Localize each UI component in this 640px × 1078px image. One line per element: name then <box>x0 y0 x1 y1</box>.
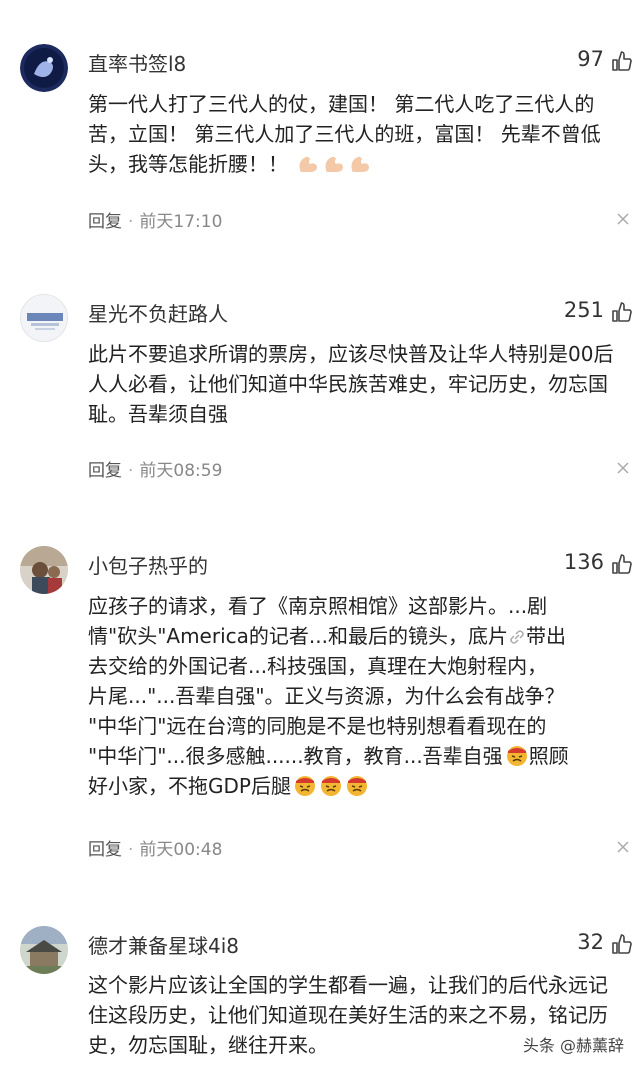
watermark: 头条 @赫薰辞 <box>522 1036 624 1055</box>
username[interactable]: 德才兼备星球4i8 <box>88 930 239 959</box>
like-count: 136 <box>563 550 604 574</box>
text-line: 好小家，不拖GDP后腿 <box>88 771 628 801</box>
username[interactable]: 星光不负赶路人 <box>88 298 228 327</box>
text-line: 情"砍头"America的记者...和最后的镜头，底片 带出 <box>88 624 566 648</box>
close-icon[interactable] <box>616 840 630 854</box>
comment-text: 第一代人打了三代人的仗，建国！ 第二代人吃了三代人的苦，立国！ 第三代人加了三代… <box>88 92 601 176</box>
comment-meta: 回复 · 前天08:59 <box>88 461 223 481</box>
like-count: 97 <box>577 47 604 71</box>
username[interactable]: 直率书签l8 <box>88 48 186 77</box>
thumbs-up-icon[interactable] <box>610 49 634 73</box>
avatar[interactable] <box>20 926 68 974</box>
text-line: 应孩子的请求，看了《南京照相馆》这部影片。...剧 <box>88 594 548 618</box>
text-line: "中华门"远在台湾的同胞是不是也特别想看看现在的 <box>88 714 547 738</box>
angry-face-icon <box>503 744 529 768</box>
comment-meta: 回复 · 前天17:10 <box>88 212 223 232</box>
timestamp: 前天17:10 <box>139 212 223 232</box>
thumbs-up-icon[interactable] <box>610 552 634 576</box>
like-count: 32 <box>577 930 604 954</box>
reply-button[interactable]: 回复 <box>88 840 122 860</box>
avatar[interactable] <box>20 294 68 342</box>
avatar[interactable] <box>20 44 68 92</box>
avatar[interactable] <box>20 546 68 594</box>
text-line: 片尾..."...吾辈自强"。正义与资源，为什么会有战争？ <box>88 684 565 708</box>
timestamp: 前天00:48 <box>139 840 223 860</box>
text-line: 去交给的外国记者...科技强国，真理在大炮射程内， <box>88 654 548 678</box>
username[interactable]: 小包子热乎的 <box>88 550 208 579</box>
thumbs-up-icon[interactable] <box>610 932 634 956</box>
comment-text: 此片不要追求所谓的票房，应该尽快普及让华人特别是00后人人必看，让他们知道中华民… <box>88 342 614 426</box>
comment-meta: 回复 · 前天00:48 <box>88 840 223 860</box>
link-icon <box>508 624 526 648</box>
close-icon[interactable] <box>616 212 630 226</box>
text-line: "中华门"...很多感触......教育，教育...吾辈自强 照顾 <box>88 744 569 768</box>
close-icon[interactable] <box>616 461 630 475</box>
thumbs-up-icon[interactable] <box>610 300 634 324</box>
angry-face-icon <box>291 774 369 798</box>
flexed-biceps-icon <box>294 152 372 176</box>
comment-text: 应孩子的请求，看了《南京照相馆》这部影片。...剧 情"砍头"America的记… <box>88 591 628 801</box>
reply-button[interactable]: 回复 <box>88 212 122 232</box>
timestamp: 前天08:59 <box>139 461 223 481</box>
reply-button[interactable]: 回复 <box>88 461 122 481</box>
like-count: 251 <box>563 298 604 322</box>
